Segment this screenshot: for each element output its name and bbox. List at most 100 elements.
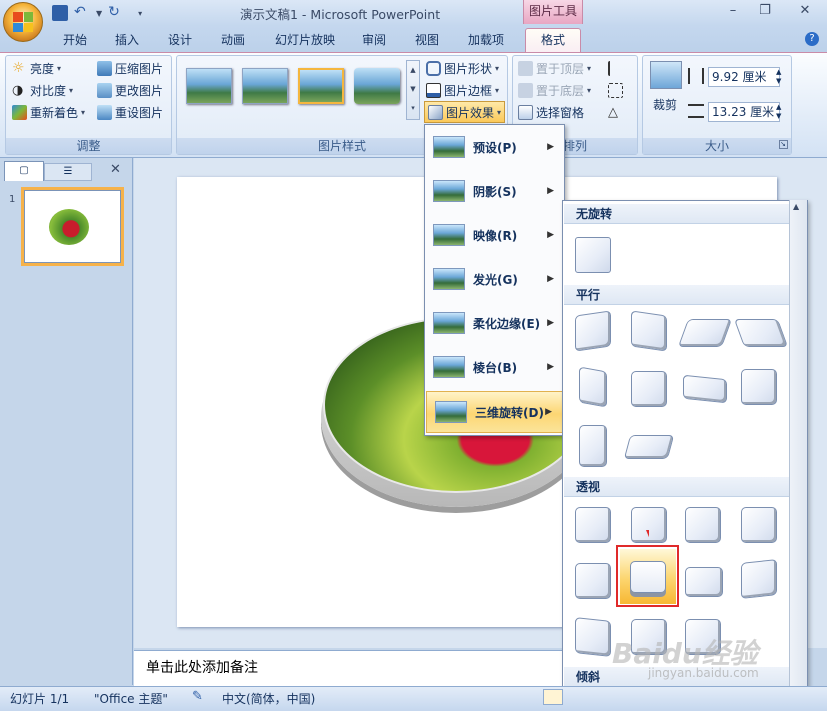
office-logo-icon: [13, 12, 33, 32]
gallery-scrollbar[interactable]: ▲: [789, 200, 807, 711]
close-pane-icon[interactable]: ✕: [110, 162, 121, 177]
contrast-icon: ◑: [12, 82, 24, 98]
rotate-button[interactable]: △: [608, 102, 623, 122]
picture-style-1[interactable]: [186, 68, 232, 104]
height-spinner[interactable]: ▲ ▼: [776, 68, 781, 86]
slide-thumbnail[interactable]: [24, 190, 121, 263]
tab-home[interactable]: 开始: [58, 30, 92, 50]
reset-picture-label: 重设图片: [115, 105, 164, 120]
recolor-icon: [12, 104, 27, 120]
size-dialog-launcher-icon[interactable]: ↘: [779, 140, 788, 149]
height-icon: [688, 68, 704, 84]
normal-view-icon[interactable]: [543, 689, 563, 705]
group-objects-button[interactable]: [608, 80, 623, 100]
preset-icon: [433, 136, 465, 158]
parallel-option-9[interactable]: [579, 425, 607, 467]
undo-dropdown-icon[interactable]: ▼: [96, 9, 102, 18]
reset-picture-icon: [97, 104, 112, 120]
menu-item-3d-rotation[interactable]: 三维旋转(D) ▶: [426, 391, 563, 433]
submenu-arrow-icon: ▶: [547, 186, 554, 196]
menu-item-glow[interactable]: 发光(G) ▶: [425, 257, 564, 301]
bring-to-front-button[interactable]: 置于顶层 ▾: [518, 58, 591, 78]
rotation-none-option[interactable]: [575, 237, 611, 273]
brightness-button[interactable]: ☼ 亮度 ▾: [12, 58, 61, 78]
perspective-option-2[interactable]: [631, 507, 667, 543]
width-icon: [688, 104, 704, 118]
align-button[interactable]: [608, 58, 623, 78]
customize-qat-icon[interactable]: ▾: [138, 9, 142, 18]
menu-item-shadow[interactable]: 阴影(S) ▶: [425, 169, 564, 213]
spell-check-icon[interactable]: ✎: [192, 689, 208, 705]
change-picture-label: 更改图片: [115, 83, 164, 98]
scroll-up-icon[interactable]: ▲: [793, 202, 799, 211]
slides-tab[interactable]: ▢: [4, 161, 44, 181]
parallel-option-4[interactable]: [733, 319, 789, 347]
styles-scroll[interactable]: ▲ ▼ ▾: [406, 60, 420, 120]
menu-item-bevel[interactable]: 棱台(B) ▶: [425, 345, 564, 389]
tab-insert[interactable]: 插入: [110, 30, 144, 50]
3d-rotation-icon: [435, 401, 467, 423]
width-input[interactable]: 13.23 厘米: [708, 102, 780, 122]
selection-pane-button[interactable]: 选择窗格: [518, 102, 584, 122]
perspective-option-8[interactable]: [741, 559, 777, 599]
tab-design[interactable]: 设计: [163, 30, 197, 50]
perspective-option-7[interactable]: [685, 567, 723, 597]
tab-view[interactable]: 视图: [410, 30, 444, 50]
parallel-option-8[interactable]: [741, 369, 777, 405]
send-to-back-button[interactable]: 置于底层 ▾: [518, 80, 591, 100]
tab-addins[interactable]: 加载项: [462, 30, 510, 50]
height-input[interactable]: 9.92 厘米: [708, 67, 780, 87]
perspective-option-4[interactable]: [741, 507, 777, 543]
picture-style-4[interactable]: [354, 68, 400, 104]
tab-format[interactable]: 格式: [525, 28, 581, 52]
watermark-url: jingyan.baidu.com: [648, 666, 759, 680]
picture-shape-button[interactable]: 图片形状 ▾: [426, 58, 499, 78]
parallel-option-5[interactable]: [579, 366, 607, 408]
save-icon[interactable]: [52, 5, 68, 21]
submenu-arrow-icon: ▶: [547, 230, 554, 240]
close-icon[interactable]: ✕: [792, 2, 818, 20]
reset-picture-button[interactable]: 重设图片: [97, 102, 163, 122]
perspective-option-3[interactable]: [685, 507, 721, 543]
parallel-option-1[interactable]: [575, 310, 611, 352]
picture-effects-button[interactable]: 图片效果 ▾: [424, 101, 506, 123]
perspective-option-1[interactable]: [575, 507, 611, 543]
redo-icon[interactable]: ↻: [108, 5, 124, 21]
menu-item-soft-edges[interactable]: 柔化边缘(E) ▶: [425, 301, 564, 345]
change-picture-button[interactable]: 更改图片: [97, 80, 163, 100]
tab-animations[interactable]: 动画: [216, 30, 250, 50]
undo-icon[interactable]: ↶: [74, 5, 90, 21]
tab-review[interactable]: 审阅: [357, 30, 391, 50]
picture-style-3[interactable]: [298, 68, 344, 104]
compress-pictures-button[interactable]: 压缩图片: [97, 58, 163, 78]
tab-slideshow[interactable]: 幻灯片放映: [270, 30, 340, 50]
reflection-label: 映像(R): [473, 228, 518, 243]
office-button[interactable]: [3, 2, 43, 42]
crop-label[interactable]: 裁剪: [653, 96, 677, 113]
parallel-option-10[interactable]: [623, 435, 675, 459]
picture-border-icon: [426, 82, 441, 98]
menu-item-reflection[interactable]: 映像(R) ▶: [425, 213, 564, 257]
picture-border-button[interactable]: 图片边框 ▾: [426, 80, 499, 100]
width-spinner[interactable]: ▲ ▼: [776, 103, 781, 121]
perspective-option-9[interactable]: [575, 617, 611, 657]
help-icon[interactable]: ?: [805, 32, 819, 46]
parallel-option-3[interactable]: [677, 319, 733, 347]
restore-icon[interactable]: ❐: [752, 2, 778, 20]
minimize-icon[interactable]: –: [720, 2, 746, 20]
recolor-button[interactable]: 重新着色 ▾: [12, 102, 85, 122]
parallel-option-6[interactable]: [631, 371, 667, 407]
crop-icon[interactable]: [650, 61, 682, 89]
notes-pane[interactable]: 单击此处添加备注: [134, 650, 564, 686]
picture-tools-header: 图片工具: [523, 0, 583, 24]
picture-style-2[interactable]: [242, 68, 288, 104]
pane-tabs: ▢ ☰ ✕: [4, 161, 129, 181]
menu-item-preset[interactable]: 预设(P) ▶: [425, 125, 564, 169]
group-objects-icon: [608, 82, 623, 98]
soft-edges-label: 柔化边缘(E): [473, 316, 541, 331]
parallel-option-2[interactable]: [631, 310, 667, 352]
contrast-button[interactable]: ◑ 对比度 ▾: [12, 80, 73, 100]
perspective-option-5[interactable]: [575, 563, 611, 599]
parallel-option-7[interactable]: [683, 374, 727, 404]
outline-tab[interactable]: ☰: [44, 163, 92, 181]
